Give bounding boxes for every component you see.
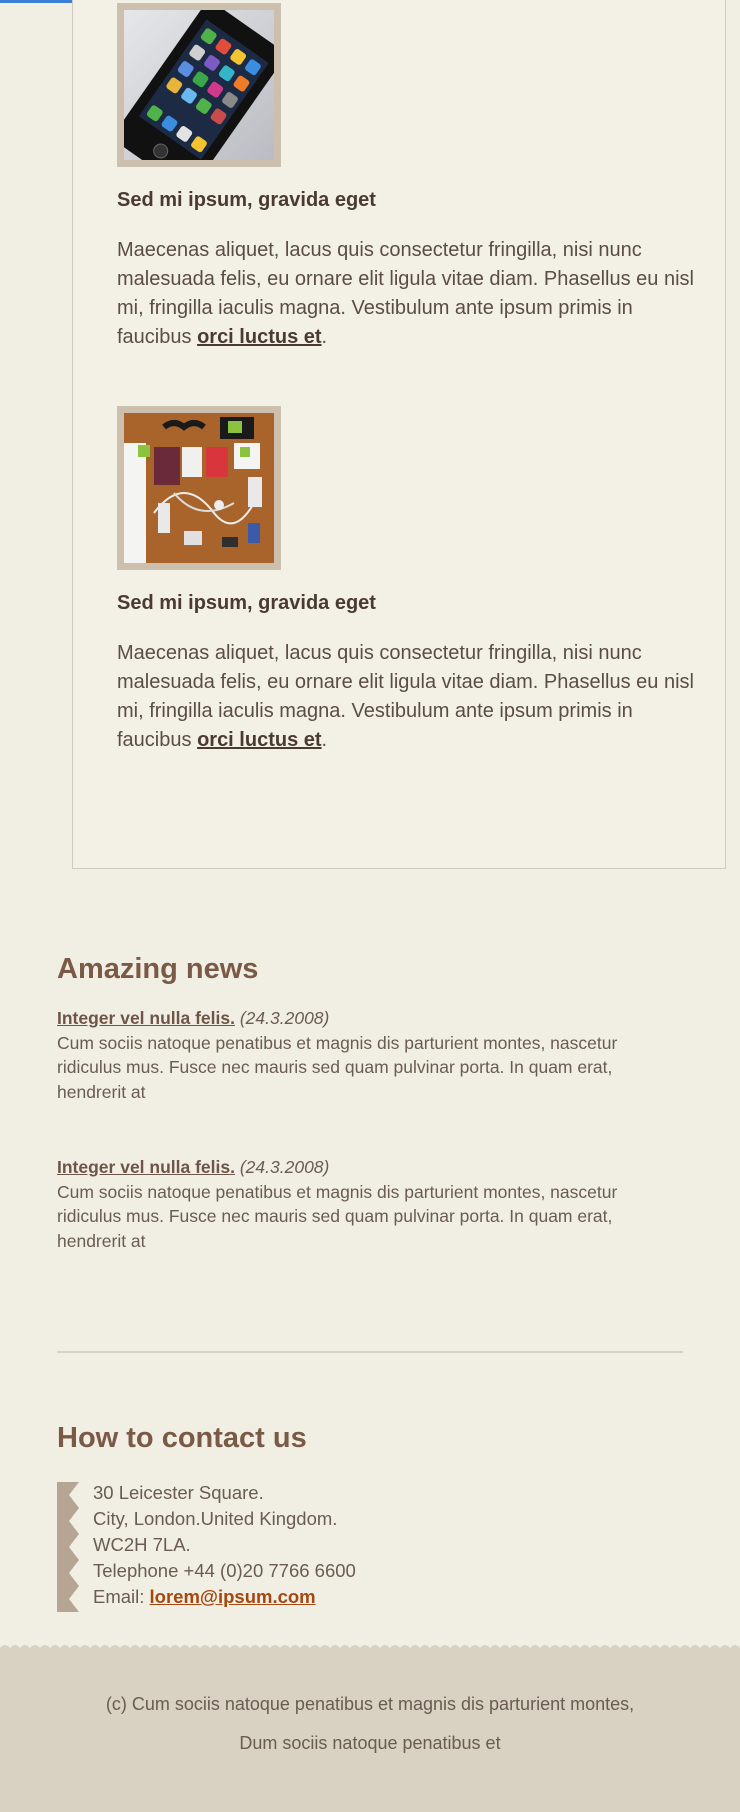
article-body: Maecenas aliquet, lacus quis consectetur… xyxy=(117,236,697,352)
address-line: WC2H 7LA. xyxy=(93,1534,191,1555)
footer-copyright: (c) Cum sociis natoque penatibus et magn… xyxy=(105,1694,635,1714)
article-title: Sed mi ipsum, gravida eget xyxy=(117,592,376,614)
page-footer: (c) Cum sociis natoque penatibus et magn… xyxy=(0,1645,740,1812)
news-heading: Amazing news xyxy=(57,953,259,985)
news-date: (24.3.2008) xyxy=(239,1157,330,1177)
article-text-end: . xyxy=(321,729,328,751)
news-item: Integer vel nulla felis. (24.3.2008) Cum… xyxy=(57,1155,667,1253)
news-date: (24.3.2008) xyxy=(239,1008,330,1028)
telephone-line: Telephone +44 (0)20 7766 6600 xyxy=(93,1560,356,1581)
article-thumbnail[interactable] xyxy=(117,406,281,570)
address-line: City, London.United Kingdom. xyxy=(93,1508,338,1529)
news-item: Integer vel nulla felis. (24.3.2008) Cum… xyxy=(57,1006,667,1104)
email-label: Email: xyxy=(93,1586,150,1607)
address-ribbon-icon xyxy=(57,1482,79,1612)
contact-heading: How to contact us xyxy=(57,1422,307,1454)
news-link[interactable]: Integer vel nulla felis. xyxy=(57,1157,235,1177)
section-divider xyxy=(57,1351,683,1353)
news-text: Cum sociis natoque penatibus et magnis d… xyxy=(57,1032,618,1102)
email-link[interactable]: lorem@ipsum.com xyxy=(150,1586,316,1607)
news-text: Cum sociis natoque penatibus et magnis d… xyxy=(57,1181,618,1251)
article-text-end: . xyxy=(321,326,328,348)
article-body: Maecenas aliquet, lacus quis consectetur… xyxy=(117,639,697,755)
gadgets-photo xyxy=(124,413,274,563)
article-title: Sed mi ipsum, gravida eget xyxy=(117,189,376,211)
address-line: 30 Leicester Square. xyxy=(93,1482,264,1503)
article-link[interactable]: orci luctus et xyxy=(197,326,321,348)
news-link[interactable]: Integer vel nulla felis. xyxy=(57,1008,235,1028)
contact-address: 30 Leicester Square. City, London.United… xyxy=(93,1480,356,1610)
article-card: Sed mi ipsum, gravida eget Maecenas aliq… xyxy=(117,406,697,755)
smartphone-photo xyxy=(124,10,274,160)
article-card: Sed mi ipsum, gravida eget Maecenas aliq… xyxy=(117,3,697,352)
email-line: Email: lorem@ipsum.com xyxy=(93,1584,356,1610)
scalloped-edge xyxy=(0,1645,740,1654)
article-link[interactable]: orci luctus et xyxy=(197,729,321,751)
footer-text: Dum sociis natoque penatibus et xyxy=(239,1733,501,1753)
article-thumbnail[interactable] xyxy=(117,3,281,167)
